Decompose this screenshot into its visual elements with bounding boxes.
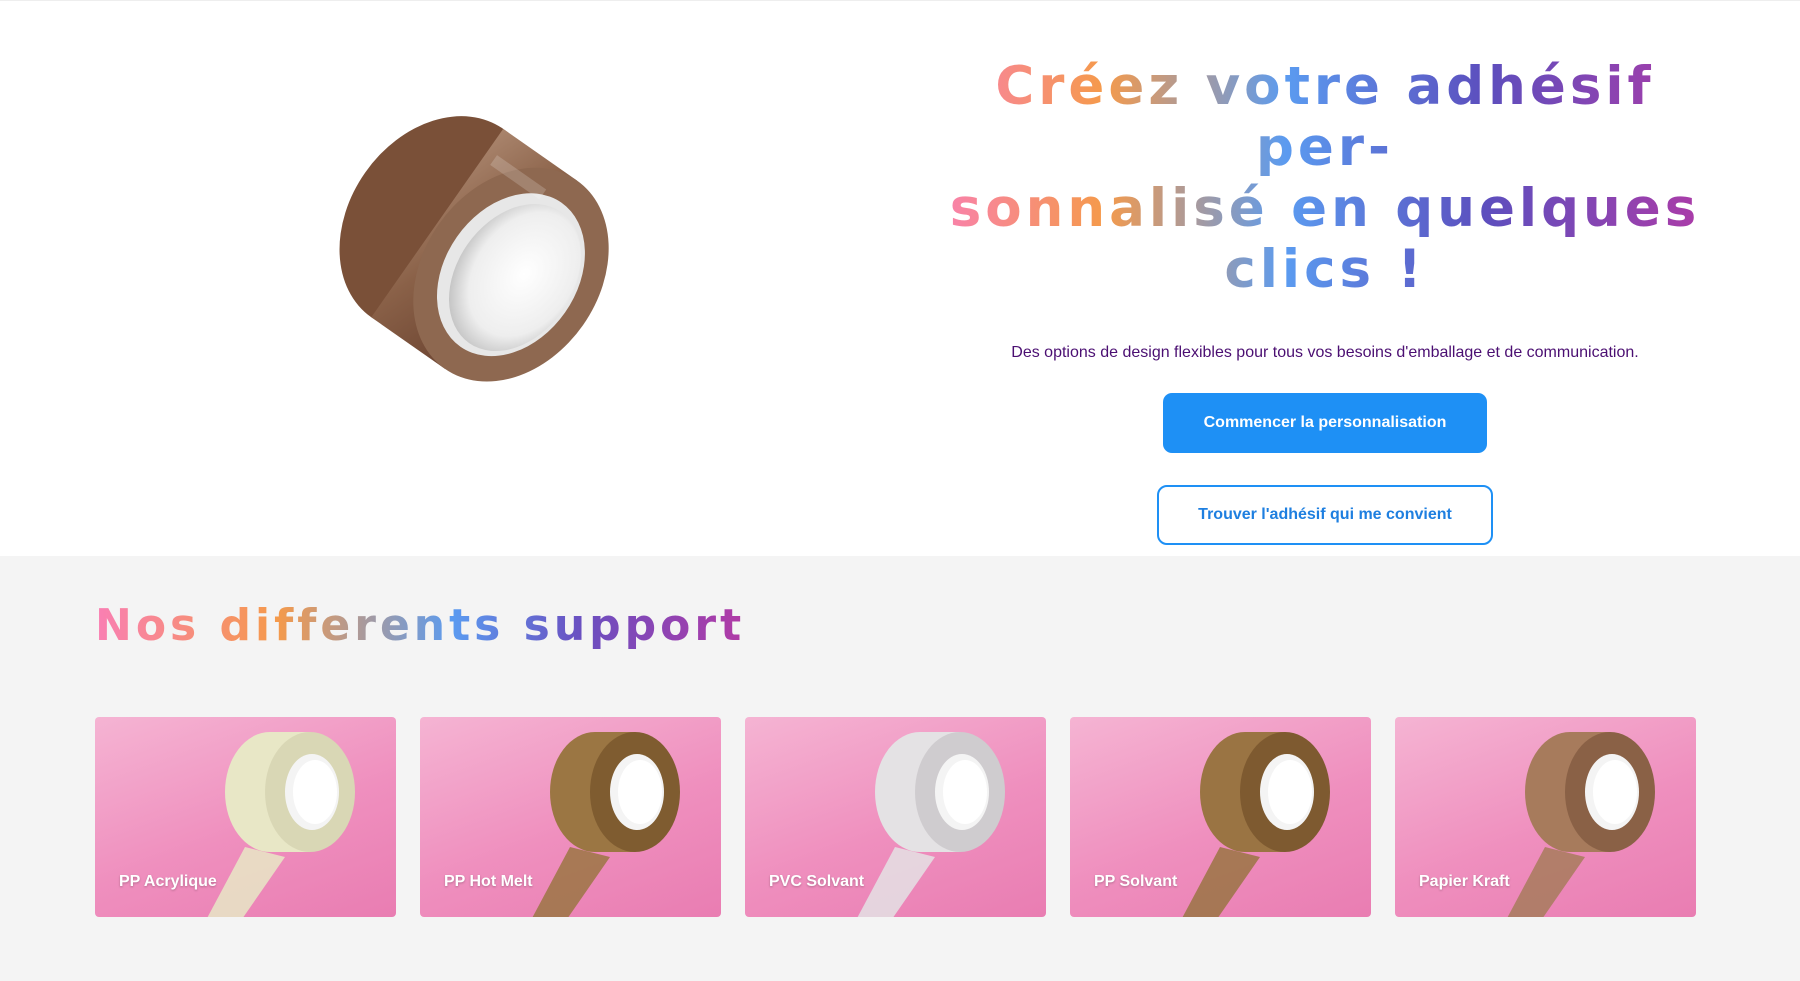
hero-section: Créez votre adhésif per- sonnalisé en qu… [0, 0, 1800, 556]
support-card-label: PP Acrylique [119, 873, 217, 890]
hero-title: Créez votre adhésif per- sonnalisé en qu… [930, 56, 1720, 300]
support-card-label: Papier Kraft [1419, 873, 1510, 890]
find-adhesive-button[interactable]: Trouver l'adhésif qui me convient [1157, 485, 1493, 545]
start-customization-button[interactable]: Commencer la personnalisation [1163, 393, 1487, 453]
brown-tape-roll-image [320, 96, 620, 396]
hero-title-line-3: clics ! [1224, 239, 1426, 300]
support-card-pp-solvant[interactable]: PP Solvant [1070, 717, 1371, 917]
supports-title: Nos differents support [95, 600, 746, 651]
support-card-pvc-solvant[interactable]: PVC Solvant [745, 717, 1046, 917]
support-card-pp-acrylique[interactable]: PP Acrylique [95, 717, 396, 917]
support-card-pp-hot-melt[interactable]: PP Hot Melt [420, 717, 721, 917]
support-card-label: PVC Solvant [769, 873, 865, 890]
supports-section: Nos differents support PP Acrylique PP H… [0, 556, 1800, 981]
support-card-papier-kraft[interactable]: Papier Kraft [1395, 717, 1696, 917]
hero-title-line-2: sonnalisé en quelques [949, 178, 1701, 239]
hero-text-block: Créez votre adhésif per- sonnalisé en qu… [930, 56, 1720, 545]
hero-subtitle: Des options de design flexibles pour tou… [1011, 344, 1639, 361]
support-card-label: PP Solvant [1094, 873, 1178, 890]
hero-title-line-1: Créez votre adhésif per- [995, 56, 1655, 178]
support-card-label: PP Hot Melt [444, 873, 533, 890]
supports-card-list: PP Acrylique PP Hot Melt PVC Solvant PP … [95, 717, 1696, 917]
